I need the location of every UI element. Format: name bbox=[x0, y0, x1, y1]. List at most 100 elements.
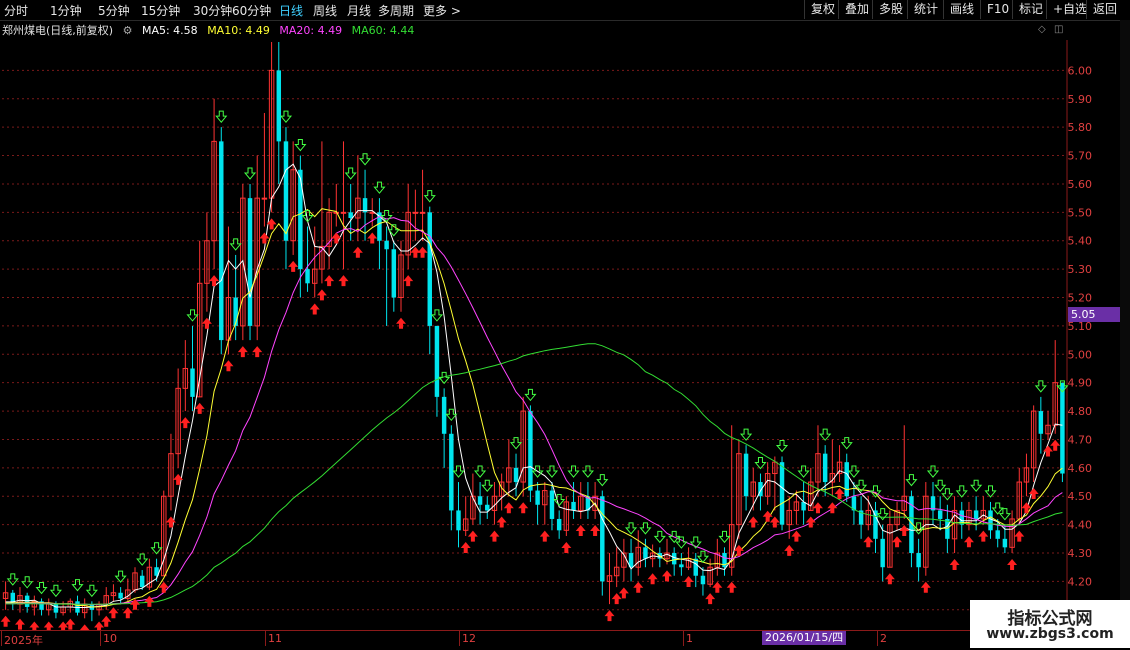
buy-arrow-icon bbox=[29, 621, 40, 630]
sell-arrow-icon bbox=[653, 530, 666, 544]
date-label-4: 1 bbox=[686, 632, 693, 645]
sell-arrow-icon bbox=[905, 474, 918, 487]
period-tab-7[interactable]: 周线 bbox=[313, 2, 337, 19]
sell-arrow-icon bbox=[344, 167, 357, 180]
period-tab-0[interactable]: 分时 bbox=[4, 2, 28, 19]
buy-arrow-icon bbox=[575, 524, 586, 536]
toolbar-button-5[interactable]: F10 bbox=[980, 0, 1015, 19]
candle-body bbox=[549, 490, 555, 519]
candle-body bbox=[988, 510, 993, 531]
date-separator bbox=[1, 631, 2, 646]
buy-arrow-icon bbox=[403, 275, 414, 287]
sell-arrow-icon bbox=[775, 439, 789, 453]
buy-arrow-icon bbox=[338, 275, 349, 287]
y-tick-label: 5.60 bbox=[1068, 178, 1093, 191]
y-tick-label: 5.80 bbox=[1068, 121, 1093, 134]
date-separator bbox=[877, 631, 878, 646]
right-side-panel[interactable] bbox=[1120, 20, 1130, 600]
candle-body bbox=[973, 510, 979, 519]
buy-arrow-icon bbox=[920, 581, 931, 593]
sell-arrow-icon bbox=[984, 485, 997, 498]
sell-arrow-icon bbox=[114, 570, 127, 583]
period-tab-4[interactable]: 30分钟 bbox=[193, 2, 232, 19]
buy-arrow-icon bbox=[1007, 559, 1018, 571]
candle-body bbox=[348, 212, 353, 219]
period-tab-5[interactable]: 60分钟 bbox=[232, 2, 271, 19]
toolbar-button-4[interactable]: 画线 bbox=[943, 0, 980, 19]
buy-arrow-icon bbox=[460, 541, 471, 553]
candle-body bbox=[118, 592, 123, 599]
buy-arrow-icon bbox=[1021, 502, 1032, 514]
candle-body bbox=[556, 518, 562, 531]
candle-body bbox=[671, 553, 677, 565]
y-tick-label: 4.50 bbox=[1068, 490, 1093, 503]
buy-arrow-icon bbox=[812, 502, 823, 514]
candle-body bbox=[139, 575, 145, 588]
buy-arrow-icon bbox=[899, 524, 910, 536]
buy-arrow-icon bbox=[396, 317, 406, 329]
toolbar-button-1[interactable]: 叠加 bbox=[838, 0, 875, 19]
buy-arrow-icon bbox=[518, 502, 529, 514]
buy-arrow-icon bbox=[748, 516, 759, 528]
y-tick-label: 4.70 bbox=[1068, 433, 1093, 446]
candle-body bbox=[880, 538, 885, 568]
buy-arrow-icon bbox=[978, 530, 989, 542]
candlestick-chart[interactable]: 6.005.905.805.705.605.505.405.305.205.10… bbox=[0, 40, 1120, 630]
buy-arrow-icon bbox=[791, 530, 802, 542]
buy-arrow-icon bbox=[496, 516, 507, 528]
buy-arrow-icon bbox=[0, 615, 11, 627]
candle-body bbox=[261, 197, 268, 200]
period-tab-2[interactable]: 5分钟 bbox=[98, 2, 130, 19]
candle-body bbox=[873, 510, 878, 539]
window-toggle-icon[interactable]: ◫ bbox=[1054, 24, 1063, 35]
ma10-label: MA10: 4.49 bbox=[207, 24, 270, 37]
period-tab-10[interactable]: 更多 > bbox=[423, 2, 461, 19]
sell-arrow-icon bbox=[596, 474, 609, 487]
watermark-url: www.zbgs3.com bbox=[986, 626, 1114, 642]
candle-body bbox=[822, 453, 828, 483]
toolbar-button-0[interactable]: 复权 bbox=[804, 0, 841, 19]
buy-arrow-icon bbox=[805, 516, 816, 528]
toolbar-button-3[interactable]: 统计 bbox=[907, 0, 944, 19]
period-tab-3[interactable]: 15分钟 bbox=[141, 2, 180, 19]
buy-arrow-icon bbox=[1050, 439, 1061, 451]
buy-arrow-icon bbox=[324, 275, 335, 287]
buy-arrow-icon bbox=[194, 402, 205, 414]
buy-arrow-icon bbox=[539, 530, 550, 542]
buy-arrow-icon bbox=[65, 618, 76, 630]
sell-arrow-icon bbox=[423, 190, 436, 203]
candle-body bbox=[391, 249, 397, 298]
buy-arrow-icon bbox=[352, 246, 363, 258]
buy-arrow-icon bbox=[611, 593, 622, 605]
buy-arrow-icon bbox=[963, 536, 974, 548]
candle-body bbox=[247, 198, 253, 326]
diamond-icon[interactable]: ◇ bbox=[1038, 24, 1046, 35]
candle-body bbox=[340, 211, 347, 214]
settings-icon[interactable]: ⚙ bbox=[123, 24, 133, 37]
buy-arrow-icon bbox=[209, 275, 220, 287]
candle-body bbox=[384, 240, 389, 250]
buy-arrow-icon bbox=[237, 346, 248, 358]
sell-arrow-icon bbox=[294, 139, 307, 152]
buy-arrow-icon bbox=[43, 621, 54, 630]
y-tick-label: 6.00 bbox=[1068, 64, 1093, 77]
candle-body bbox=[643, 547, 648, 559]
candle-body bbox=[419, 211, 426, 214]
buy-arrow-icon bbox=[331, 232, 342, 244]
date-separator bbox=[683, 631, 684, 646]
period-tab-1[interactable]: 1分钟 bbox=[50, 2, 82, 19]
period-tab-8[interactable]: 月线 bbox=[347, 2, 371, 19]
period-tab-6[interactable]: 日线 bbox=[279, 2, 303, 19]
toolbar-button-6[interactable]: 标记 bbox=[1012, 0, 1049, 19]
toolbar-button-2[interactable]: 多股 bbox=[872, 0, 909, 19]
period-tab-9[interactable]: 多周期 bbox=[378, 2, 414, 19]
toolbar-button-8[interactable]: 返回 bbox=[1086, 0, 1123, 19]
buy-arrow-icon bbox=[259, 232, 270, 244]
sell-arrow-icon bbox=[955, 485, 968, 498]
buy-arrow-icon bbox=[94, 621, 105, 630]
buy-arrow-icon bbox=[726, 581, 737, 593]
date-separator bbox=[100, 631, 101, 646]
buy-arrow-icon bbox=[892, 536, 903, 548]
buy-arrow-icon bbox=[827, 502, 838, 514]
buy-arrow-icon bbox=[144, 595, 155, 607]
